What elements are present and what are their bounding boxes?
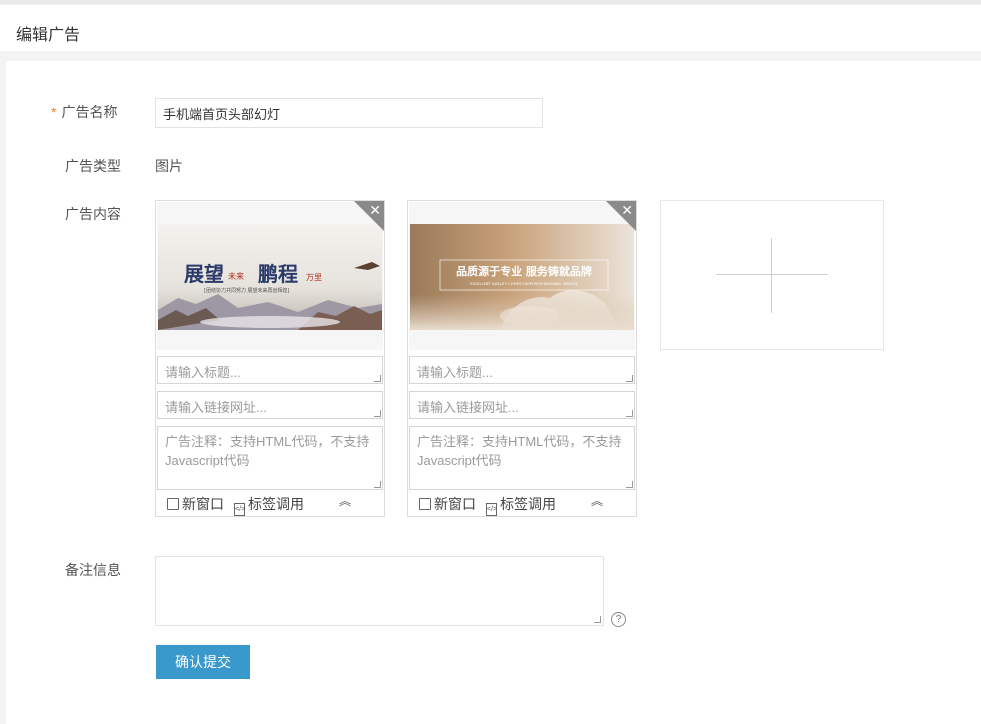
chevron-double-up-icon[interactable]: ︽ <box>591 495 603 507</box>
resize-grip-icon[interactable] <box>626 375 633 382</box>
ad-note-input[interactable] <box>157 426 383 490</box>
ad-image-text: EXCELLENT QUALITY COMES FROM PROFESSIONA… <box>470 282 578 286</box>
ad-type-value: 图片 <box>155 158 183 174</box>
title-field-wrap <box>157 356 383 384</box>
ad-content-label: 广告内容 <box>65 206 121 222</box>
top-divider <box>0 0 981 4</box>
code-file-icon[interactable]: </> <box>234 503 245 516</box>
ad-title-input[interactable] <box>409 356 635 384</box>
new-window-checkbox[interactable] <box>167 498 179 510</box>
ad-image-text: [团结协力共同努力 展望未来再创辉煌] <box>204 287 290 294</box>
ad-image-preview: 展望 未来 鹏程 万里 [团结协力共同努力 展望未来再创辉煌] <box>157 202 383 350</box>
page-header: 编辑广告 <box>0 5 981 51</box>
resize-grip-icon[interactable] <box>374 375 381 382</box>
new-window-label[interactable]: 新窗口 <box>434 496 476 512</box>
resize-grip-icon[interactable] <box>374 481 381 488</box>
new-window-checkbox[interactable] <box>419 498 431 510</box>
ad-image-text: 未来 <box>228 271 244 281</box>
resize-grip-icon[interactable] <box>626 481 633 488</box>
ad-image-preview: 品质源于专业 服务铸就品牌 EXCELLENT QUALITY COMES FR… <box>409 202 635 350</box>
add-image-button[interactable] <box>660 200 884 350</box>
remark-textarea[interactable] <box>155 556 604 626</box>
card-options: 新窗口 </> 标签调用 <box>167 494 304 516</box>
help-icon[interactable]: ? <box>611 612 626 627</box>
code-file-icon[interactable]: </> <box>486 503 497 516</box>
ad-image-1: 展望 未来 鹏程 万里 [团结协力共同努力 展望未来再创辉煌] <box>158 224 382 330</box>
page-title: 编辑广告 <box>16 27 81 44</box>
submit-button[interactable]: 确认提交 <box>156 645 250 679</box>
new-window-label[interactable]: 新窗口 <box>182 496 224 512</box>
ad-name-input[interactable] <box>155 98 543 128</box>
ad-type-label: 广告类型 <box>65 158 121 174</box>
resize-grip-icon[interactable] <box>626 410 633 417</box>
tag-call-label[interactable]: 标签调用 <box>248 496 304 512</box>
resize-grip-icon[interactable] <box>374 410 381 417</box>
ad-link-input[interactable] <box>409 391 635 419</box>
ad-image-card: 展望 未来 鹏程 万里 [团结协力共同努力 展望未来再创辉煌] ✕ 新窗口 </>… <box>155 200 385 517</box>
close-icon[interactable]: ✕ <box>621 202 633 218</box>
tag-call-label[interactable]: 标签调用 <box>500 496 556 512</box>
ad-link-input[interactable] <box>157 391 383 419</box>
ad-image-card: 品质源于专业 服务铸就品牌 EXCELLENT QUALITY COMES FR… <box>407 200 637 517</box>
title-field-wrap <box>409 356 635 384</box>
link-field-wrap <box>409 391 635 419</box>
required-mark: * <box>51 104 57 120</box>
ad-image-text: 展望 <box>184 262 224 286</box>
plus-icon <box>716 274 828 275</box>
ad-title-input[interactable] <box>157 356 383 384</box>
resize-grip-icon[interactable] <box>594 616 601 623</box>
ad-image-text: 鹏程 <box>258 262 298 286</box>
chevron-double-up-icon[interactable]: ︽ <box>339 495 351 507</box>
card-options: 新窗口 </> 标签调用 <box>419 494 556 516</box>
ad-image-text: 品质源于专业 服务铸就品牌 <box>456 264 592 278</box>
plus-icon-stem <box>771 238 772 313</box>
remark-label: 备注信息 <box>65 562 121 578</box>
ad-name-label-text: 广告名称 <box>61 104 118 120</box>
ad-image-2: 品质源于专业 服务铸就品牌 EXCELLENT QUALITY COMES FR… <box>410 224 634 330</box>
ad-image-text: 万里 <box>306 273 322 282</box>
note-field-wrap <box>409 426 635 490</box>
ad-note-input[interactable] <box>409 426 635 490</box>
ad-name-label: * 广告名称 <box>51 102 117 122</box>
link-field-wrap <box>157 391 383 419</box>
close-icon[interactable]: ✕ <box>369 202 381 218</box>
note-field-wrap <box>157 426 383 490</box>
